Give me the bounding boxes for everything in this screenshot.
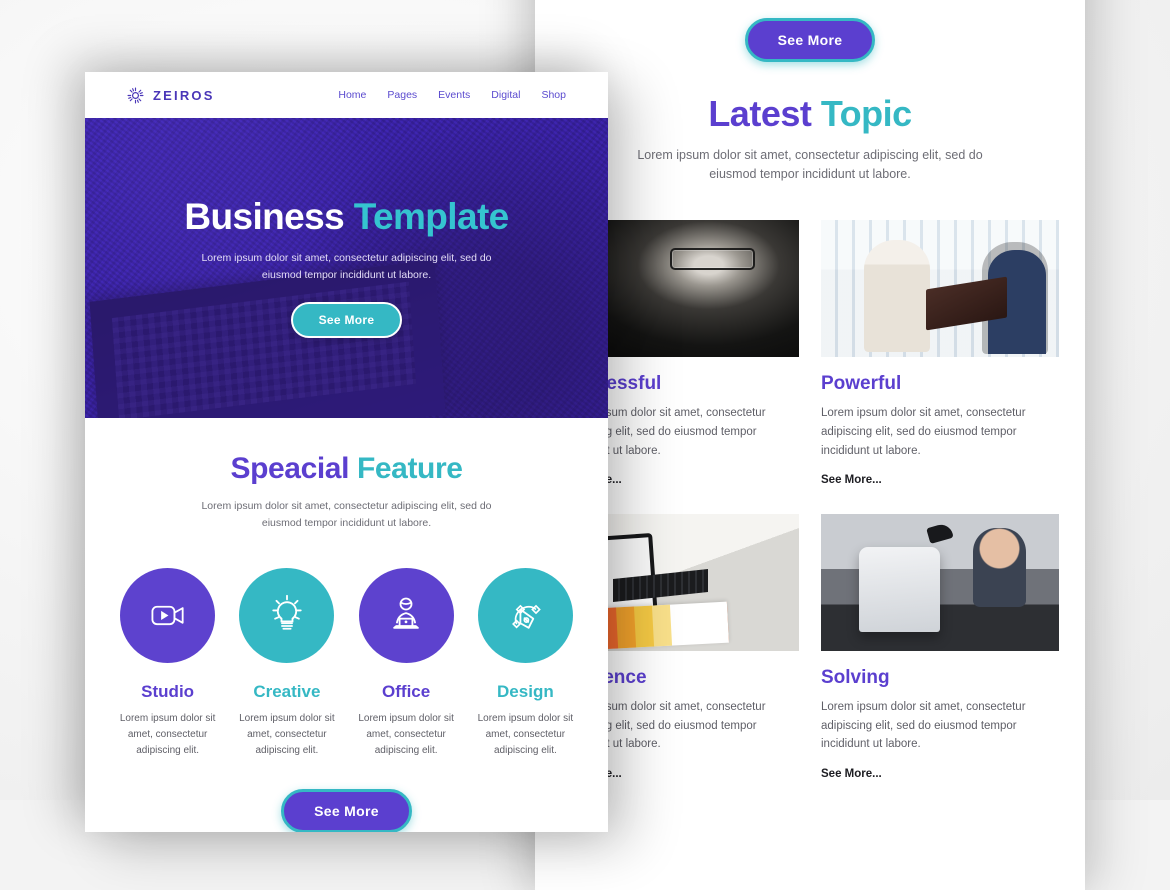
feature-icon-circle [358,567,454,663]
latest-topic-heading: Latest Topic [561,94,1059,134]
feature-name: Studio [141,681,195,701]
nav-links: Home Pages Events Digital Shop [338,89,566,101]
person-laptop-icon [393,597,419,629]
front-page-mockup: ZEIROS Home Pages Events Digital Shop Bu… [85,72,608,832]
topic-card: Solving Lorem ipsum dolor sit amet, cons… [821,514,1059,782]
pen-tool-icon [512,604,542,629]
topic-card-grid: Successful Lorem ipsum dolor sit amet, c… [561,220,1059,782]
hero-subtitle: Lorem ipsum dolor sit amet, consectetur … [201,251,492,281]
feature-name: Design [497,681,554,701]
feature-name: Office [382,681,431,701]
feature-name: Creative [253,681,321,701]
hero-title-part-1: Business [184,195,345,237]
card-see-more-link[interactable]: See More... [821,474,882,486]
brand-name: ZEIROS [153,87,215,103]
card-see-more-link[interactable]: See More... [821,768,882,780]
feature-text: Lorem ipsum dolor sit amet, consectetur … [119,712,216,756]
feature-item-studio: Studio Lorem ipsum dolor sit amet, conse… [115,567,220,759]
heading-part-1: Latest [708,93,812,134]
feature-icon-circle [477,567,573,663]
feature-text: Lorem ipsum dolor sit amet, consectetur … [477,712,574,756]
feature-heading-part-1: Speacial [230,452,350,485]
feature-icon-circle [120,567,216,663]
latest-topic-subtitle: Lorem ipsum dolor sit amet, consectetur … [637,147,983,181]
special-feature-heading: Speacial Feature [115,452,578,486]
feature-see-more-button[interactable]: See More [281,788,412,832]
feature-text: Lorem ipsum dolor sit amet, consectetur … [358,712,454,756]
feature-item-office: Office Lorem ipsum dolor sit amet, conse… [354,567,459,759]
nav-link-home[interactable]: Home [338,89,366,101]
nav-link-shop[interactable]: Shop [541,89,566,101]
navbar: ZEIROS Home Pages Events Digital Shop [85,72,608,118]
brand-logo[interactable]: ZEIROS [127,86,215,104]
special-feature-subtitle: Lorem ipsum dolor sit amet, consectetur … [201,500,492,529]
card-text: Lorem ipsum dolor sit amet, consectetur … [821,407,1026,457]
sunburst-icon [127,86,144,104]
card-title: Solving [821,667,890,689]
feature-item-design: Design Lorem ipsum dolor sit amet, conse… [473,567,578,759]
nav-link-digital[interactable]: Digital [491,89,520,101]
hero-title: Business Template [85,198,608,235]
video-camera-icon [151,605,184,626]
hero-see-more-button[interactable]: See More [290,302,403,339]
feature-item-creative: Creative Lorem ipsum dolor sit amet, con… [234,567,339,759]
see-more-button-top[interactable]: See More [744,18,876,62]
feature-icon-circle [239,567,335,663]
special-feature-section: Speacial Feature Lorem ipsum dolor sit a… [85,418,608,832]
feature-heading-part-2: Feature [356,452,463,485]
feature-text: Lorem ipsum dolor sit amet, consectetur … [239,712,335,756]
lightbulb-icon [272,594,302,630]
card-title: Powerful [821,373,902,395]
back-page-mockup: See More Latest Topic Lorem ipsum dolor … [535,0,1085,890]
topic-card: Powerful Lorem ipsum dolor sit amet, con… [821,220,1059,488]
card-image-powerful [821,220,1059,358]
hero-title-part-2: Template [353,195,509,237]
card-image-solving [821,514,1059,652]
hero-banner: Business Template Lorem ipsum dolor sit … [85,118,608,418]
feature-grid: Studio Lorem ipsum dolor sit amet, conse… [115,567,578,759]
nav-link-pages[interactable]: Pages [387,89,417,101]
heading-part-2: Topic [820,93,912,134]
card-text: Lorem ipsum dolor sit amet, consectetur … [821,701,1026,751]
nav-link-events[interactable]: Events [438,89,470,101]
